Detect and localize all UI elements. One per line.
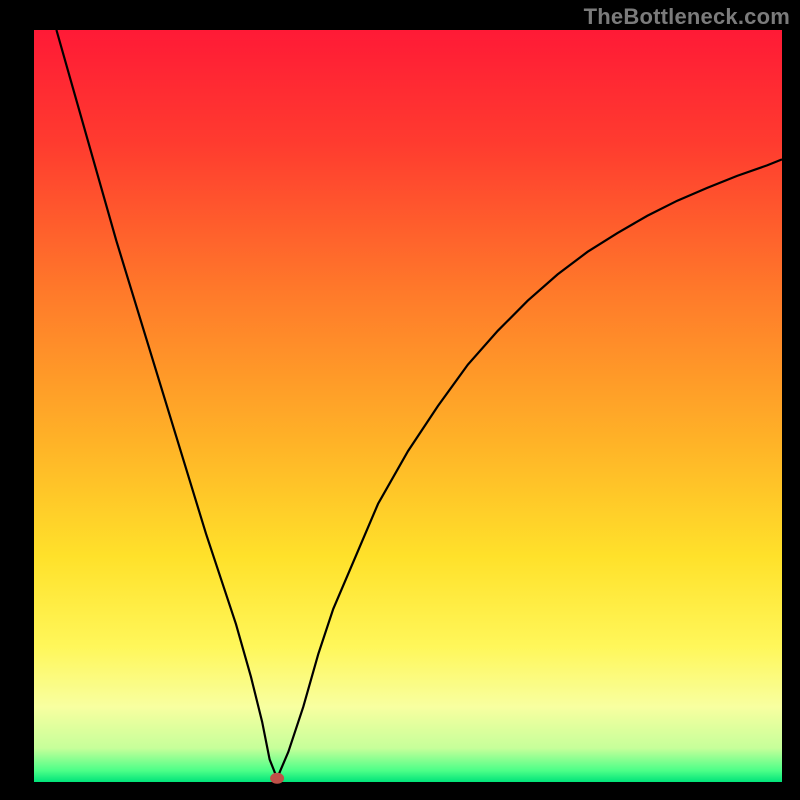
bottleneck-chart xyxy=(0,0,800,800)
chart-frame: TheBottleneck.com xyxy=(0,0,800,800)
watermark-text: TheBottleneck.com xyxy=(584,4,790,30)
plot-area xyxy=(34,30,782,782)
optimal-point-dot xyxy=(270,773,284,784)
